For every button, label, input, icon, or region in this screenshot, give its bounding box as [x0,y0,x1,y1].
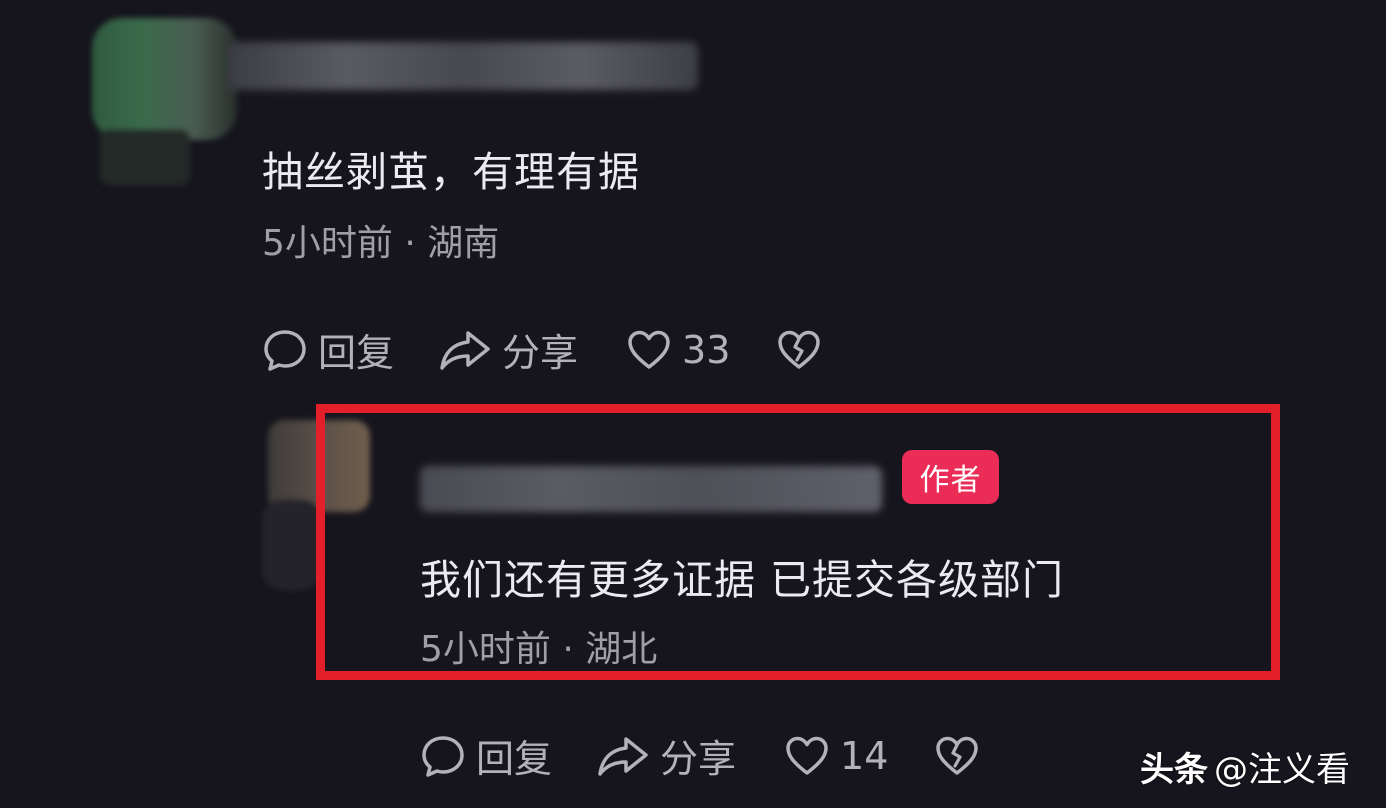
comment-actions: 回复 分享 14 [420,728,980,783]
dislike-button[interactable] [934,735,980,777]
watermark-handle: @注义看 [1214,750,1350,790]
avatar[interactable] [92,18,237,140]
like-button[interactable]: 33 [626,328,730,372]
comment-thread: 抽丝剥茧，有理有据 5小时前 · 湖南 回复 分享 33 作者 我们还有更多证据… [0,0,1386,808]
watermark-brand: 头条 [1140,750,1208,790]
watermark: 头条 @注义看 [1140,742,1350,791]
author-badge: 作者 [902,450,999,504]
comment-meta: 5小时前 · 湖南 [262,223,500,264]
like-button[interactable]: 14 [784,734,888,778]
broken-heart-icon [776,329,822,371]
share-label: 分享 [502,331,579,375]
like-count: 33 [682,327,731,372]
blurred-username[interactable] [228,42,698,90]
heart-icon [784,735,830,777]
dislike-button[interactable] [776,329,822,371]
share-label: 分享 [660,737,737,781]
comment-text: 抽丝剥茧，有理有据 [262,148,640,196]
share-arrow-icon [596,733,650,779]
reply-label: 回复 [476,737,553,781]
comment-meta: 5小时前 · 湖北 [420,629,658,670]
share-button[interactable]: 分享 [596,728,736,783]
heart-icon [626,329,672,371]
share-button[interactable]: 分享 [438,322,578,377]
avatar-shadow [100,130,190,185]
like-count: 14 [840,733,889,778]
comment-bubble-icon [420,733,466,779]
comment-text: 我们还有更多证据 已提交各级部门 [420,556,1065,604]
reply-button[interactable]: 回复 [262,322,394,377]
comment-bubble-icon [262,327,308,373]
comment-actions: 回复 分享 33 [262,322,822,377]
broken-heart-icon [934,735,980,777]
reply-label: 回复 [318,331,395,375]
reply-button[interactable]: 回复 [420,728,552,783]
share-arrow-icon [438,327,492,373]
avatar-shadow [262,500,322,590]
